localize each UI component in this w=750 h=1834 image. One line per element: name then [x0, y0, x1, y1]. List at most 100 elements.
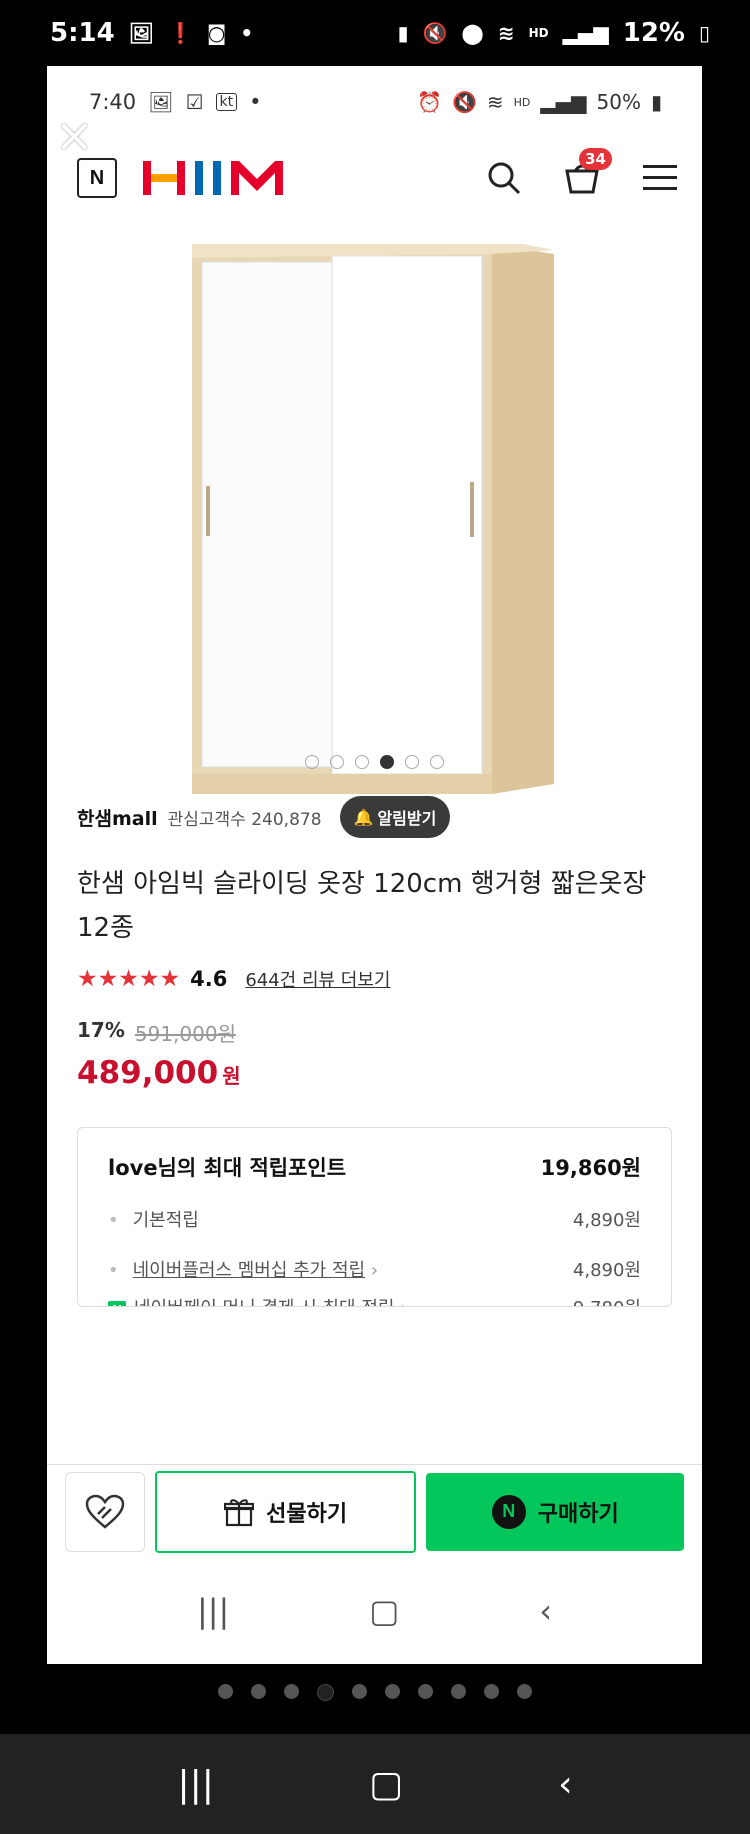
outer-navigation-bar: ||| ▢ ‹ — [0, 1734, 750, 1834]
alarm-icon: ⏰ — [417, 90, 442, 114]
outer-battery-text: 12% — [622, 18, 685, 48]
points-row-npay[interactable]: N 네이버페이 머니 결제 시 최대 적립 › 9,780원 — [108, 1294, 641, 1306]
cart-count-badge: 34 — [579, 148, 612, 170]
outer-status-time: 5:14 — [50, 18, 115, 48]
points-row-value: 9,780원 — [573, 1294, 641, 1306]
points-row-label: 네이버페이 머니 결제 시 최대 적립 — [134, 1298, 394, 1306]
gallery-dot[interactable] — [352, 1684, 367, 1699]
gallery-dot[interactable] — [218, 1684, 233, 1699]
more-notifications-icon: • — [249, 90, 262, 114]
carousel-dot[interactable] — [430, 755, 444, 769]
gallery-dot[interactable] — [251, 1684, 266, 1699]
gallery-notification-icon: 🖼 — [148, 90, 174, 114]
naver-home-button[interactable]: N — [77, 158, 117, 198]
heart-icon — [85, 1494, 125, 1529]
gallery-notification-icon: 🖼 — [128, 21, 155, 45]
points-row: 기본적립 4,890원 — [108, 1206, 641, 1232]
naver-pay-icon: N — [108, 1301, 126, 1306]
wardrobe-product-image — [192, 244, 554, 794]
sale-price-unit: 원 — [222, 1064, 241, 1088]
carousel-dot[interactable] — [355, 755, 369, 769]
inner-status-bar: 7:40 🖼 ☑ kt • ⏰ 🔇 ≋ HD ▂▄▆ 50% ▮ — [47, 66, 702, 138]
gallery-dot[interactable] — [451, 1684, 466, 1699]
recent-apps-icon[interactable]: ||| — [197, 1592, 229, 1630]
naver-n-icon: N — [491, 1494, 526, 1529]
inner-navigation-bar: ||| ▢ ‹ — [47, 1566, 702, 1656]
rating-stars-icon: ★★★★★ — [77, 966, 181, 992]
sale-price-value: 489,000 — [77, 1055, 219, 1091]
product-title: 한샘 아임빅 슬라이딩 옷장 120cm 행거형 짧은옷장 12종 — [77, 869, 647, 943]
bell-icon: 🔔 — [353, 807, 374, 827]
recent-apps-icon[interactable]: ||| — [178, 1764, 214, 1805]
hd-voice-icon: HD — [528, 26, 549, 40]
price-block: 17% 591,000원 489,000 원 — [47, 1018, 702, 1091]
carrier-icon: kt — [215, 93, 238, 111]
gallery-dot[interactable] — [517, 1684, 532, 1699]
points-row-label: 네이버플러스 멤버십 추가 적립 — [132, 1260, 366, 1281]
buy-button-label: 구매하기 — [537, 1501, 619, 1527]
battery-icon: ▯ — [698, 21, 710, 45]
mute-icon: 🔇 — [422, 21, 448, 45]
hd-voice-icon: HD — [513, 95, 531, 109]
signal-icon: ▂▄▆ — [540, 90, 587, 114]
points-title: love님의 최대 적립포인트 — [108, 1156, 347, 1180]
alert-notification-icon: ❗ — [168, 21, 193, 45]
inner-screenshot: 7:40 🖼 ☑ kt • ⏰ 🔇 ≋ HD ▂▄▆ 50% ▮ × N 34 … — [47, 66, 702, 1664]
carousel-dot[interactable] — [405, 755, 419, 769]
outer-status-bar: 5:14 🖼 ❗ ◙ • ▮ 🔇 ⬤ ≋ HD ▂▄▆ 12% ▯ — [0, 0, 750, 66]
gallery-dot[interactable] — [284, 1684, 299, 1699]
gallery-page-dots — [0, 1684, 750, 1701]
chevron-right-icon: › — [370, 1260, 379, 1281]
search-icon — [488, 162, 521, 195]
carousel-dot[interactable] — [330, 755, 344, 769]
search-button[interactable] — [484, 158, 524, 198]
wifi-icon: ≋ — [486, 90, 504, 114]
gallery-dot[interactable] — [484, 1684, 499, 1699]
menu-button[interactable] — [640, 158, 680, 198]
check-notification-icon: ☑ — [185, 90, 204, 114]
brand-logo-graphic — [143, 161, 283, 195]
voicemail-icon: ◙ — [206, 21, 227, 45]
seller-fans-count: 관심고객수 240,878 — [167, 809, 322, 830]
points-total: 19,860원 — [540, 1156, 641, 1180]
inner-status-time: 7:40 — [89, 90, 137, 114]
points-row-value: 4,890원 — [572, 1260, 641, 1281]
rating-score: 4.6 — [190, 967, 228, 991]
home-icon[interactable]: ▢ — [369, 1592, 399, 1630]
buy-button[interactable]: N 구매하기 — [426, 1472, 684, 1551]
seller-name[interactable]: 한샘mall — [77, 804, 158, 831]
product-image-carousel[interactable] — [47, 218, 702, 794]
brand-logo[interactable] — [143, 159, 291, 197]
gift-button-label: 선물하기 — [266, 1501, 348, 1527]
alarm-subscribe-label: 알림받기 — [377, 809, 437, 828]
signal-icon: ▂▄▆ — [562, 21, 609, 45]
battery-saver-icon: ▮ — [397, 21, 409, 45]
mute-icon: 🔇 — [451, 90, 477, 114]
points-row-label: 기본적립 — [108, 1206, 199, 1232]
gift-icon — [224, 1498, 255, 1526]
purchase-bar: 선물하기 N 구매하기 — [47, 1464, 702, 1558]
original-price: 591,000원 — [134, 1022, 236, 1046]
app-header: N 34 — [47, 138, 702, 218]
points-panel: love님의 최대 적립포인트 19,860원 기본적립 4,890원 네이버플… — [77, 1127, 672, 1307]
gallery-dot-active[interactable] — [317, 1684, 334, 1701]
points-row-value: 4,890원 — [572, 1210, 641, 1231]
home-icon[interactable]: ▢ — [369, 1764, 403, 1805]
review-link[interactable]: 644건 리뷰 더보기 — [245, 966, 390, 992]
cart-button[interactable]: 34 — [562, 148, 612, 198]
gallery-dot[interactable] — [418, 1684, 433, 1699]
back-icon[interactable]: ‹ — [539, 1592, 552, 1630]
gift-button[interactable]: 선물하기 — [154, 1470, 417, 1553]
location-icon: ⬤ — [461, 21, 484, 45]
wishlist-button[interactable] — [65, 1471, 145, 1552]
back-icon[interactable]: ‹ — [558, 1764, 572, 1805]
carousel-dot[interactable] — [305, 755, 319, 769]
hamburger-menu-icon — [643, 165, 677, 190]
carousel-dot-active[interactable] — [380, 755, 394, 769]
rating-row: ★★★★★ 4.6 644건 리뷰 더보기 — [47, 966, 702, 992]
gallery-dot[interactable] — [385, 1684, 400, 1699]
more-notifications-icon: • — [240, 21, 254, 45]
points-row-membership[interactable]: 네이버플러스 멤버십 추가 적립 › 4,890원 — [108, 1256, 641, 1282]
wifi-icon: ≋ — [497, 21, 515, 45]
sale-price: 489,000 원 — [77, 1055, 672, 1091]
